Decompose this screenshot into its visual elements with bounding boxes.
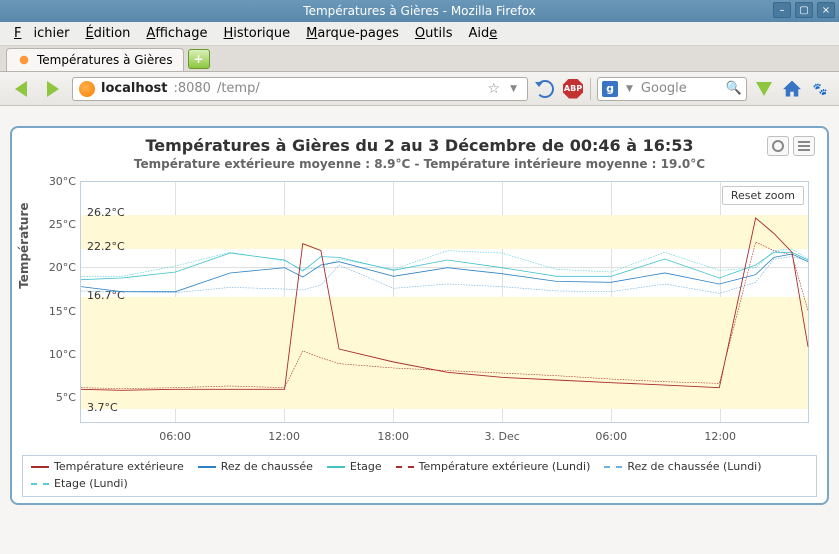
legend-label: Etage: [350, 460, 382, 473]
search-bar[interactable]: g ▼ Google 🔍: [597, 77, 747, 101]
downloads-button[interactable]: [753, 78, 775, 100]
y-tick: 20°C: [42, 261, 76, 274]
series-etage-lundi: [81, 249, 808, 276]
x-tick: 3. Dec: [485, 430, 520, 443]
legend-item[interactable]: Rez de chaussée: [198, 460, 313, 473]
legend-label: Rez de chaussée: [221, 460, 313, 473]
search-engine-dropdown-icon[interactable]: ▼: [622, 84, 637, 94]
chart-card: Températures à Gières du 2 au 3 Décembre…: [10, 126, 829, 505]
home-button[interactable]: [781, 78, 803, 100]
search-placeholder: Google: [641, 81, 722, 96]
url-port: :8080: [173, 81, 210, 96]
reload-icon: [536, 80, 554, 98]
legend-item[interactable]: Rez de chaussée (Lundi): [604, 460, 761, 473]
toolbar-separator: [590, 78, 591, 100]
legend-item[interactable]: Température extérieure (Lundi): [396, 460, 591, 473]
x-tick: 18:00: [377, 430, 409, 443]
y-tick: 25°C: [42, 218, 76, 231]
extension-icon: 🐾: [813, 82, 828, 96]
legend-label: Rez de chaussée (Lundi): [627, 460, 761, 473]
abp-icon: ABP: [563, 79, 583, 99]
legend-item[interactable]: Température extérieure: [31, 460, 184, 473]
chart-legend: Température extérieure Rez de chaussée E…: [22, 455, 817, 497]
menu-file[interactable]: Fichier: [8, 23, 75, 44]
legend-swatch-icon: [198, 466, 216, 468]
series-rdc: [81, 254, 808, 292]
y-tick: 30°C: [42, 175, 76, 188]
menu-tools[interactable]: Outils: [409, 23, 459, 44]
legend-swatch-icon: [327, 466, 345, 468]
back-button[interactable]: [8, 76, 34, 102]
legend-label: Etage (Lundi): [54, 477, 128, 490]
bookmark-star-icon[interactable]: ☆: [488, 81, 501, 97]
series-etage: [81, 252, 808, 279]
new-tab-button[interactable]: +: [188, 49, 210, 69]
legend-swatch-icon: [396, 466, 414, 468]
y-tick: 5°C: [42, 391, 76, 404]
window-title: Températures à Gières - Mozilla Firefox: [303, 4, 535, 18]
chart-series: [81, 182, 808, 422]
x-tick: 12:00: [704, 430, 736, 443]
menu-edit[interactable]: Édition: [79, 23, 136, 44]
forward-arrow-icon: [47, 81, 59, 97]
chart-plot[interactable]: Température 30°C 25°C 20°C 15°C 10°C 5°C…: [26, 177, 815, 447]
url-bar[interactable]: localhost :8080/temp/ ☆ ▼: [72, 77, 528, 101]
legend-swatch-icon: [31, 466, 49, 468]
download-arrow-icon: [756, 82, 772, 96]
tab-strip: Températures à Gières +: [0, 46, 839, 72]
x-tick: 12:00: [268, 430, 300, 443]
minimize-button[interactable]: –: [773, 2, 791, 18]
search-submit-icon[interactable]: 🔍: [726, 81, 742, 96]
tab-title: Températures à Gières: [37, 53, 173, 67]
plot-area: Reset zoom 26.2°C 22.2°C 16.7°C 3.7°C: [80, 181, 809, 423]
menu-history[interactable]: Historique: [218, 23, 297, 44]
chart-menu-button[interactable]: [793, 136, 815, 156]
y-tick: 15°C: [42, 305, 76, 318]
site-favicon-icon: [79, 81, 95, 97]
series-ext-lundi: [81, 242, 808, 389]
y-axis-label: Température: [17, 202, 31, 288]
chart-title: Températures à Gières du 2 au 3 Décembre…: [22, 136, 817, 155]
menu-bookmarks[interactable]: Marque-pages: [300, 23, 405, 44]
legend-label: Température extérieure: [54, 460, 184, 473]
adblock-button[interactable]: ABP: [562, 78, 584, 100]
back-arrow-icon: [15, 81, 27, 97]
menu-bar: Fichier Édition Affichage Historique Mar…: [0, 22, 839, 46]
menu-help[interactable]: Aide: [462, 23, 503, 44]
search-engine-icon: g: [602, 81, 618, 97]
reload-button[interactable]: [534, 78, 556, 100]
series-rdc-lundi: [81, 257, 808, 294]
forward-button[interactable]: [40, 76, 66, 102]
close-button[interactable]: ×: [817, 2, 835, 18]
x-tick: 06:00: [159, 430, 191, 443]
series-ext: [81, 218, 808, 390]
maximize-button[interactable]: ▢: [795, 2, 813, 18]
y-tick: 10°C: [42, 348, 76, 361]
window-titlebar: Températures à Gières - Mozilla Firefox …: [0, 0, 839, 22]
legend-item[interactable]: Etage (Lundi): [31, 477, 128, 490]
legend-swatch-icon: [31, 483, 49, 485]
x-tick: 06:00: [595, 430, 627, 443]
chart-subtitle: Température extérieure moyenne : 8.9°C -…: [22, 157, 817, 171]
url-host: localhost: [101, 81, 167, 96]
tab-favicon-icon: [17, 53, 31, 67]
circle-icon: [772, 140, 784, 152]
chart-export-button[interactable]: [767, 136, 789, 156]
browser-tab[interactable]: Températures à Gières: [6, 48, 184, 71]
nav-toolbar: localhost :8080/temp/ ☆ ▼ ABP g ▼ Google …: [0, 72, 839, 106]
url-path: /temp/: [217, 81, 260, 96]
url-dropdown-icon[interactable]: ▼: [506, 84, 521, 94]
legend-swatch-icon: [604, 466, 622, 468]
extension-button[interactable]: 🐾: [809, 78, 831, 100]
hamburger-icon: [798, 141, 810, 151]
legend-item[interactable]: Etage: [327, 460, 382, 473]
home-icon: [783, 81, 801, 97]
menu-view[interactable]: Affichage: [140, 23, 213, 44]
legend-label: Température extérieure (Lundi): [419, 460, 591, 473]
